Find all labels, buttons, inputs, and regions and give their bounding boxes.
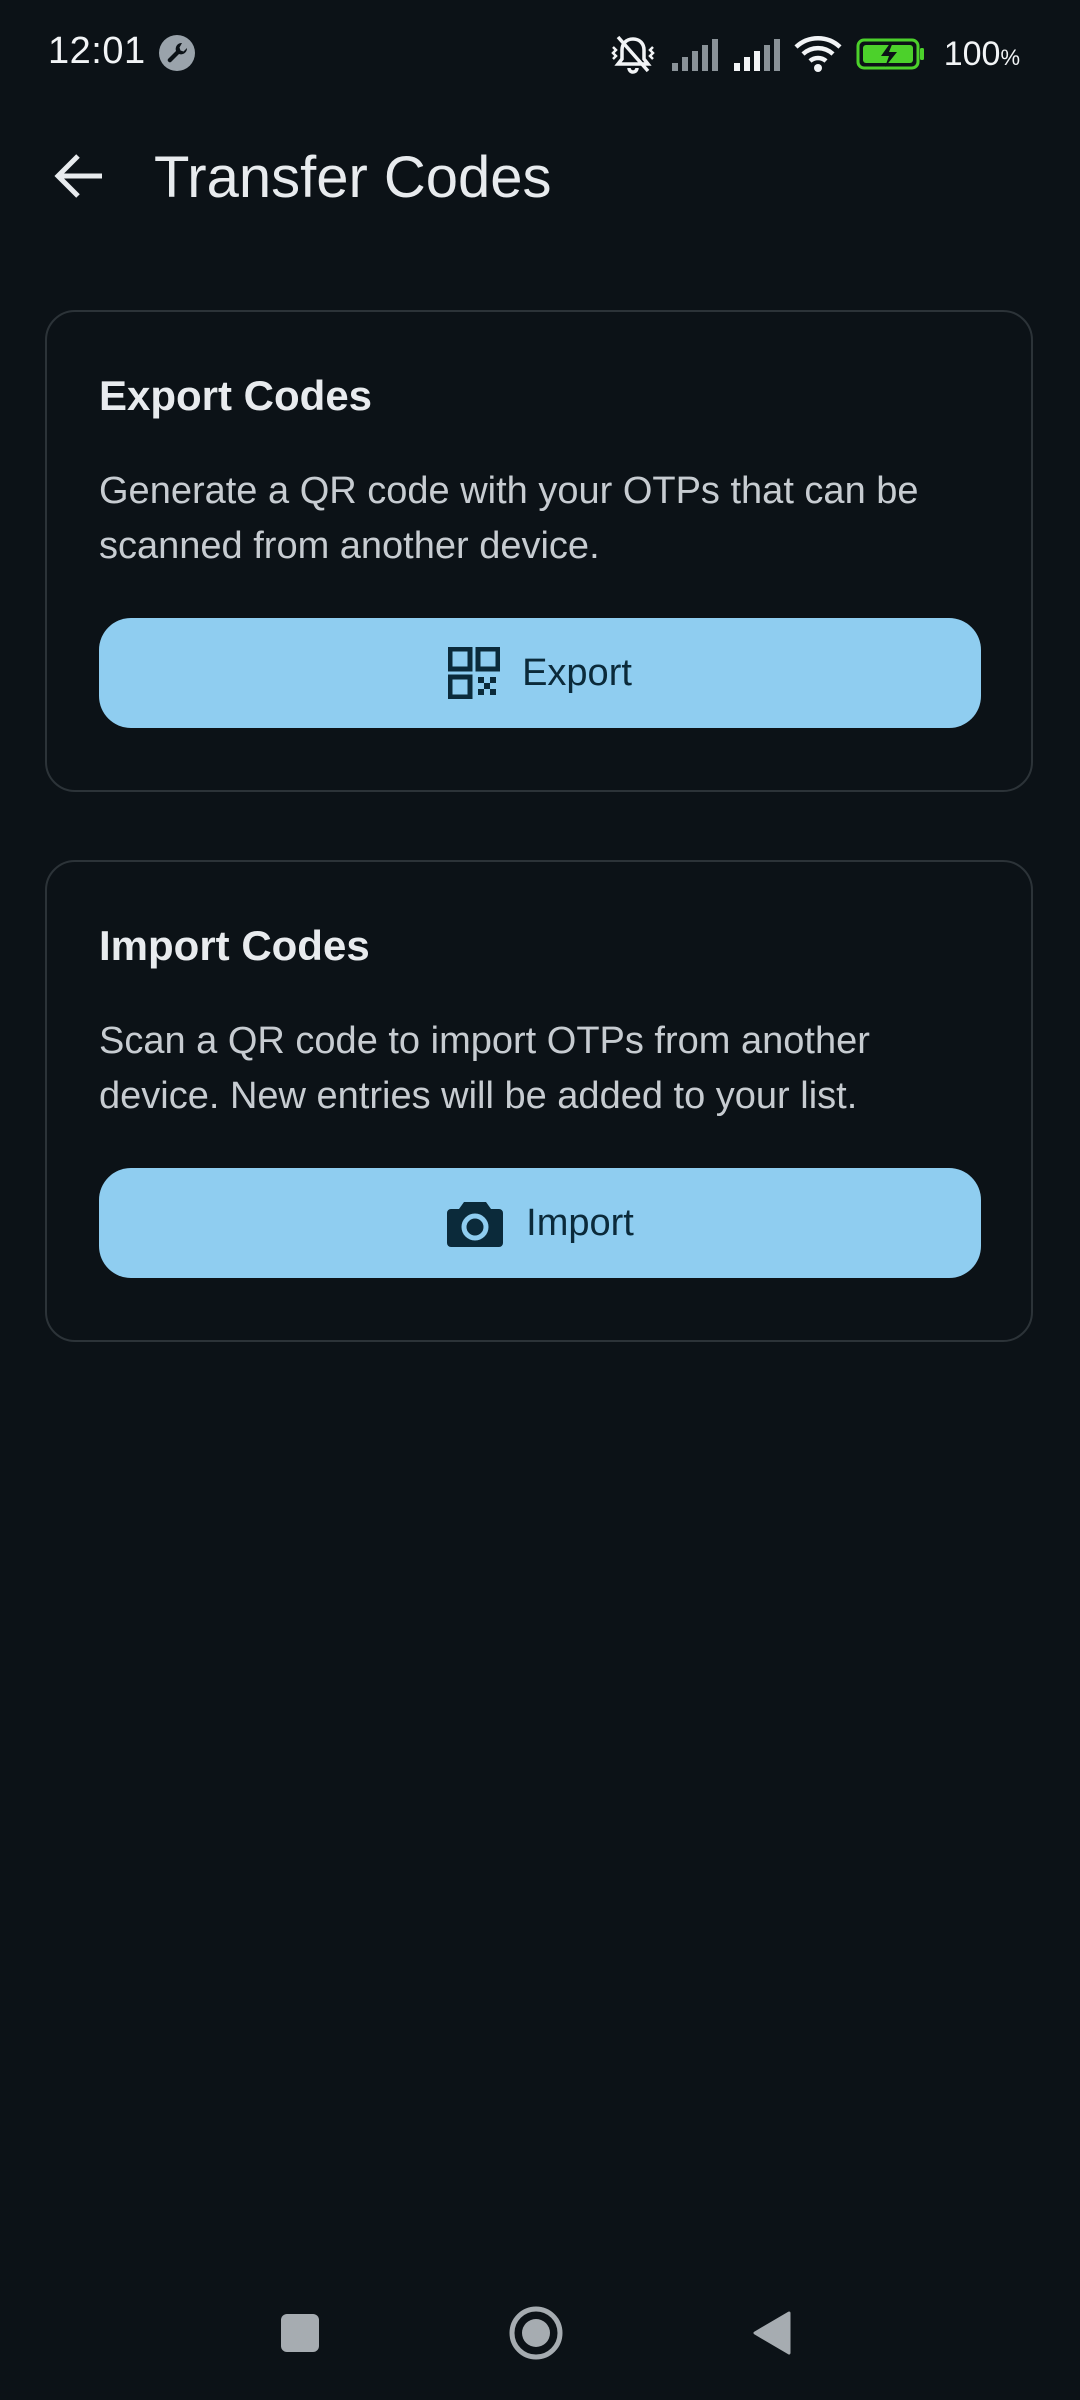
wrench-icon	[158, 34, 196, 72]
recents-square-icon	[280, 2313, 320, 2358]
arrow-back-icon	[54, 153, 106, 204]
system-navigation-bar	[0, 2270, 1080, 2400]
system-back-button[interactable]	[722, 2270, 822, 2400]
back-triangle-icon	[751, 2310, 793, 2361]
export-button-label: Export	[522, 651, 632, 694]
status-icons: 100%	[610, 30, 1020, 78]
home-circle-icon	[507, 2304, 565, 2367]
import-card-description: Scan a QR code to import OTPs from anoth…	[99, 1020, 870, 1117]
export-card-description: Generate a QR code with your OTPs that c…	[99, 470, 919, 567]
wifi-icon	[794, 35, 842, 73]
import-card-title: Import Codes	[99, 922, 370, 969]
battery-percentage: 100%	[943, 34, 1020, 73]
home-button[interactable]	[486, 2270, 586, 2400]
back-button[interactable]	[40, 138, 120, 218]
qr-code-icon	[448, 647, 501, 699]
signal-icon	[732, 37, 780, 71]
battery-charging-icon	[856, 37, 926, 71]
export-codes-card: Export Codes Generate a QR code with you…	[45, 310, 1033, 792]
export-button[interactable]: Export	[99, 618, 981, 728]
status-time: 12:01	[48, 30, 146, 72]
recents-button[interactable]	[250, 2270, 350, 2400]
page-title: Transfer Codes	[154, 145, 552, 210]
signal-icon	[670, 37, 718, 71]
camera-icon	[446, 1198, 504, 1248]
silent-icon	[610, 33, 656, 75]
import-codes-card: Import Codes Scan a QR code to import OT…	[45, 860, 1033, 1342]
import-button[interactable]: Import	[99, 1168, 981, 1278]
import-button-label: Import	[526, 1201, 634, 1244]
status-bar: 12:01 100%	[0, 0, 1080, 108]
export-card-title: Export Codes	[99, 372, 373, 419]
app-bar: Transfer Codes	[0, 118, 1080, 238]
